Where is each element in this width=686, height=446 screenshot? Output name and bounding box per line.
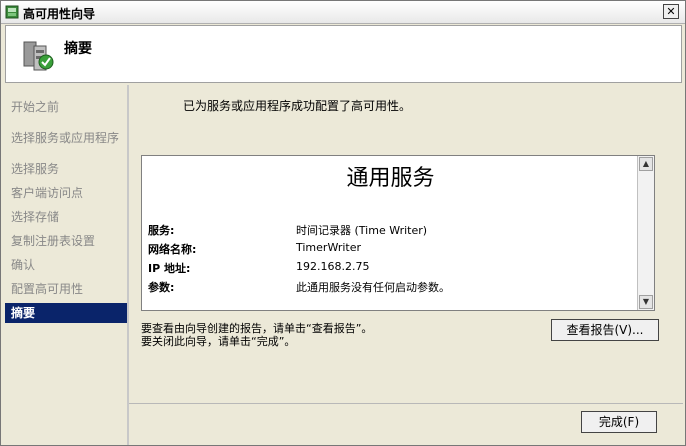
step-select-service-or-app[interactable]: 选择服务或应用程序 xyxy=(5,128,127,148)
title-bar: 高可用性向导 ✕ xyxy=(1,1,685,24)
window-title: 高可用性向导 xyxy=(23,7,96,21)
wizard-icon xyxy=(5,5,19,19)
close-button[interactable]: ✕ xyxy=(663,4,679,19)
step-configure-ha[interactable]: 配置高可用性 xyxy=(5,279,127,299)
report-value-network-name: TimerWriter xyxy=(296,241,362,254)
report-value-parameters: 此通用服务没有任何启动参数。 xyxy=(296,281,450,294)
report-scrollbar[interactable]: ▲ ▼ xyxy=(637,156,654,310)
scroll-down-icon[interactable]: ▼ xyxy=(639,295,653,309)
bottom-separator xyxy=(129,403,683,404)
step-client-access-point[interactable]: 客户端访问点 xyxy=(5,183,127,203)
step-replicate-registry[interactable]: 复制注册表设置 xyxy=(5,231,127,251)
page-header: 摘要 xyxy=(5,25,682,83)
step-select-storage[interactable]: 选择存储 xyxy=(5,207,127,227)
report-label-service: 服务: xyxy=(148,224,175,237)
wizard-steps-sidebar: 开始之前 选择服务或应用程序 选择服务 客户端访问点 选择存储 复制注册表设置 … xyxy=(5,85,129,445)
report-box: 通用服务 服务: 时间记录器 (Time Writer) 网络名称: Timer… xyxy=(141,155,655,311)
report-label-ip: IP 地址: xyxy=(148,262,191,275)
step-confirmation[interactable]: 确认 xyxy=(5,255,127,275)
close-icon: ✕ xyxy=(666,5,676,18)
step-select-service[interactable]: 选择服务 xyxy=(5,159,127,179)
step-before-you-begin[interactable]: 开始之前 xyxy=(5,97,127,117)
page-title: 摘要 xyxy=(64,41,92,57)
view-report-button[interactable]: 查看报告(V)... xyxy=(551,319,659,341)
scroll-up-icon[interactable]: ▲ xyxy=(639,157,653,171)
report-label-network-name: 网络名称: xyxy=(148,243,197,256)
cluster-server-icon xyxy=(23,41,54,71)
report-label-parameters: 参数: xyxy=(148,281,175,294)
report-value-ip: 192.168.2.75 xyxy=(296,260,370,273)
step-summary[interactable]: 摘要 xyxy=(5,303,127,323)
report-value-service: 时间记录器 (Time Writer) xyxy=(296,224,428,237)
close-wizard-hint: 要关闭此向导，请单击“完成”。 xyxy=(141,335,296,348)
success-message: 已为服务或应用程序成功配置了高可用性。 xyxy=(183,99,412,113)
report-title: 通用服务 xyxy=(346,166,435,191)
finish-button[interactable]: 完成(F) xyxy=(581,411,657,433)
main-panel: 已为服务或应用程序成功配置了高可用性。 通用服务 服务: 时间记录器 (Time… xyxy=(129,85,683,445)
wizard-window: 高可用性向导 ✕ 摘要 开始之前 选择服务或应用程序 选择服务 客户端访问点 选… xyxy=(0,0,686,446)
